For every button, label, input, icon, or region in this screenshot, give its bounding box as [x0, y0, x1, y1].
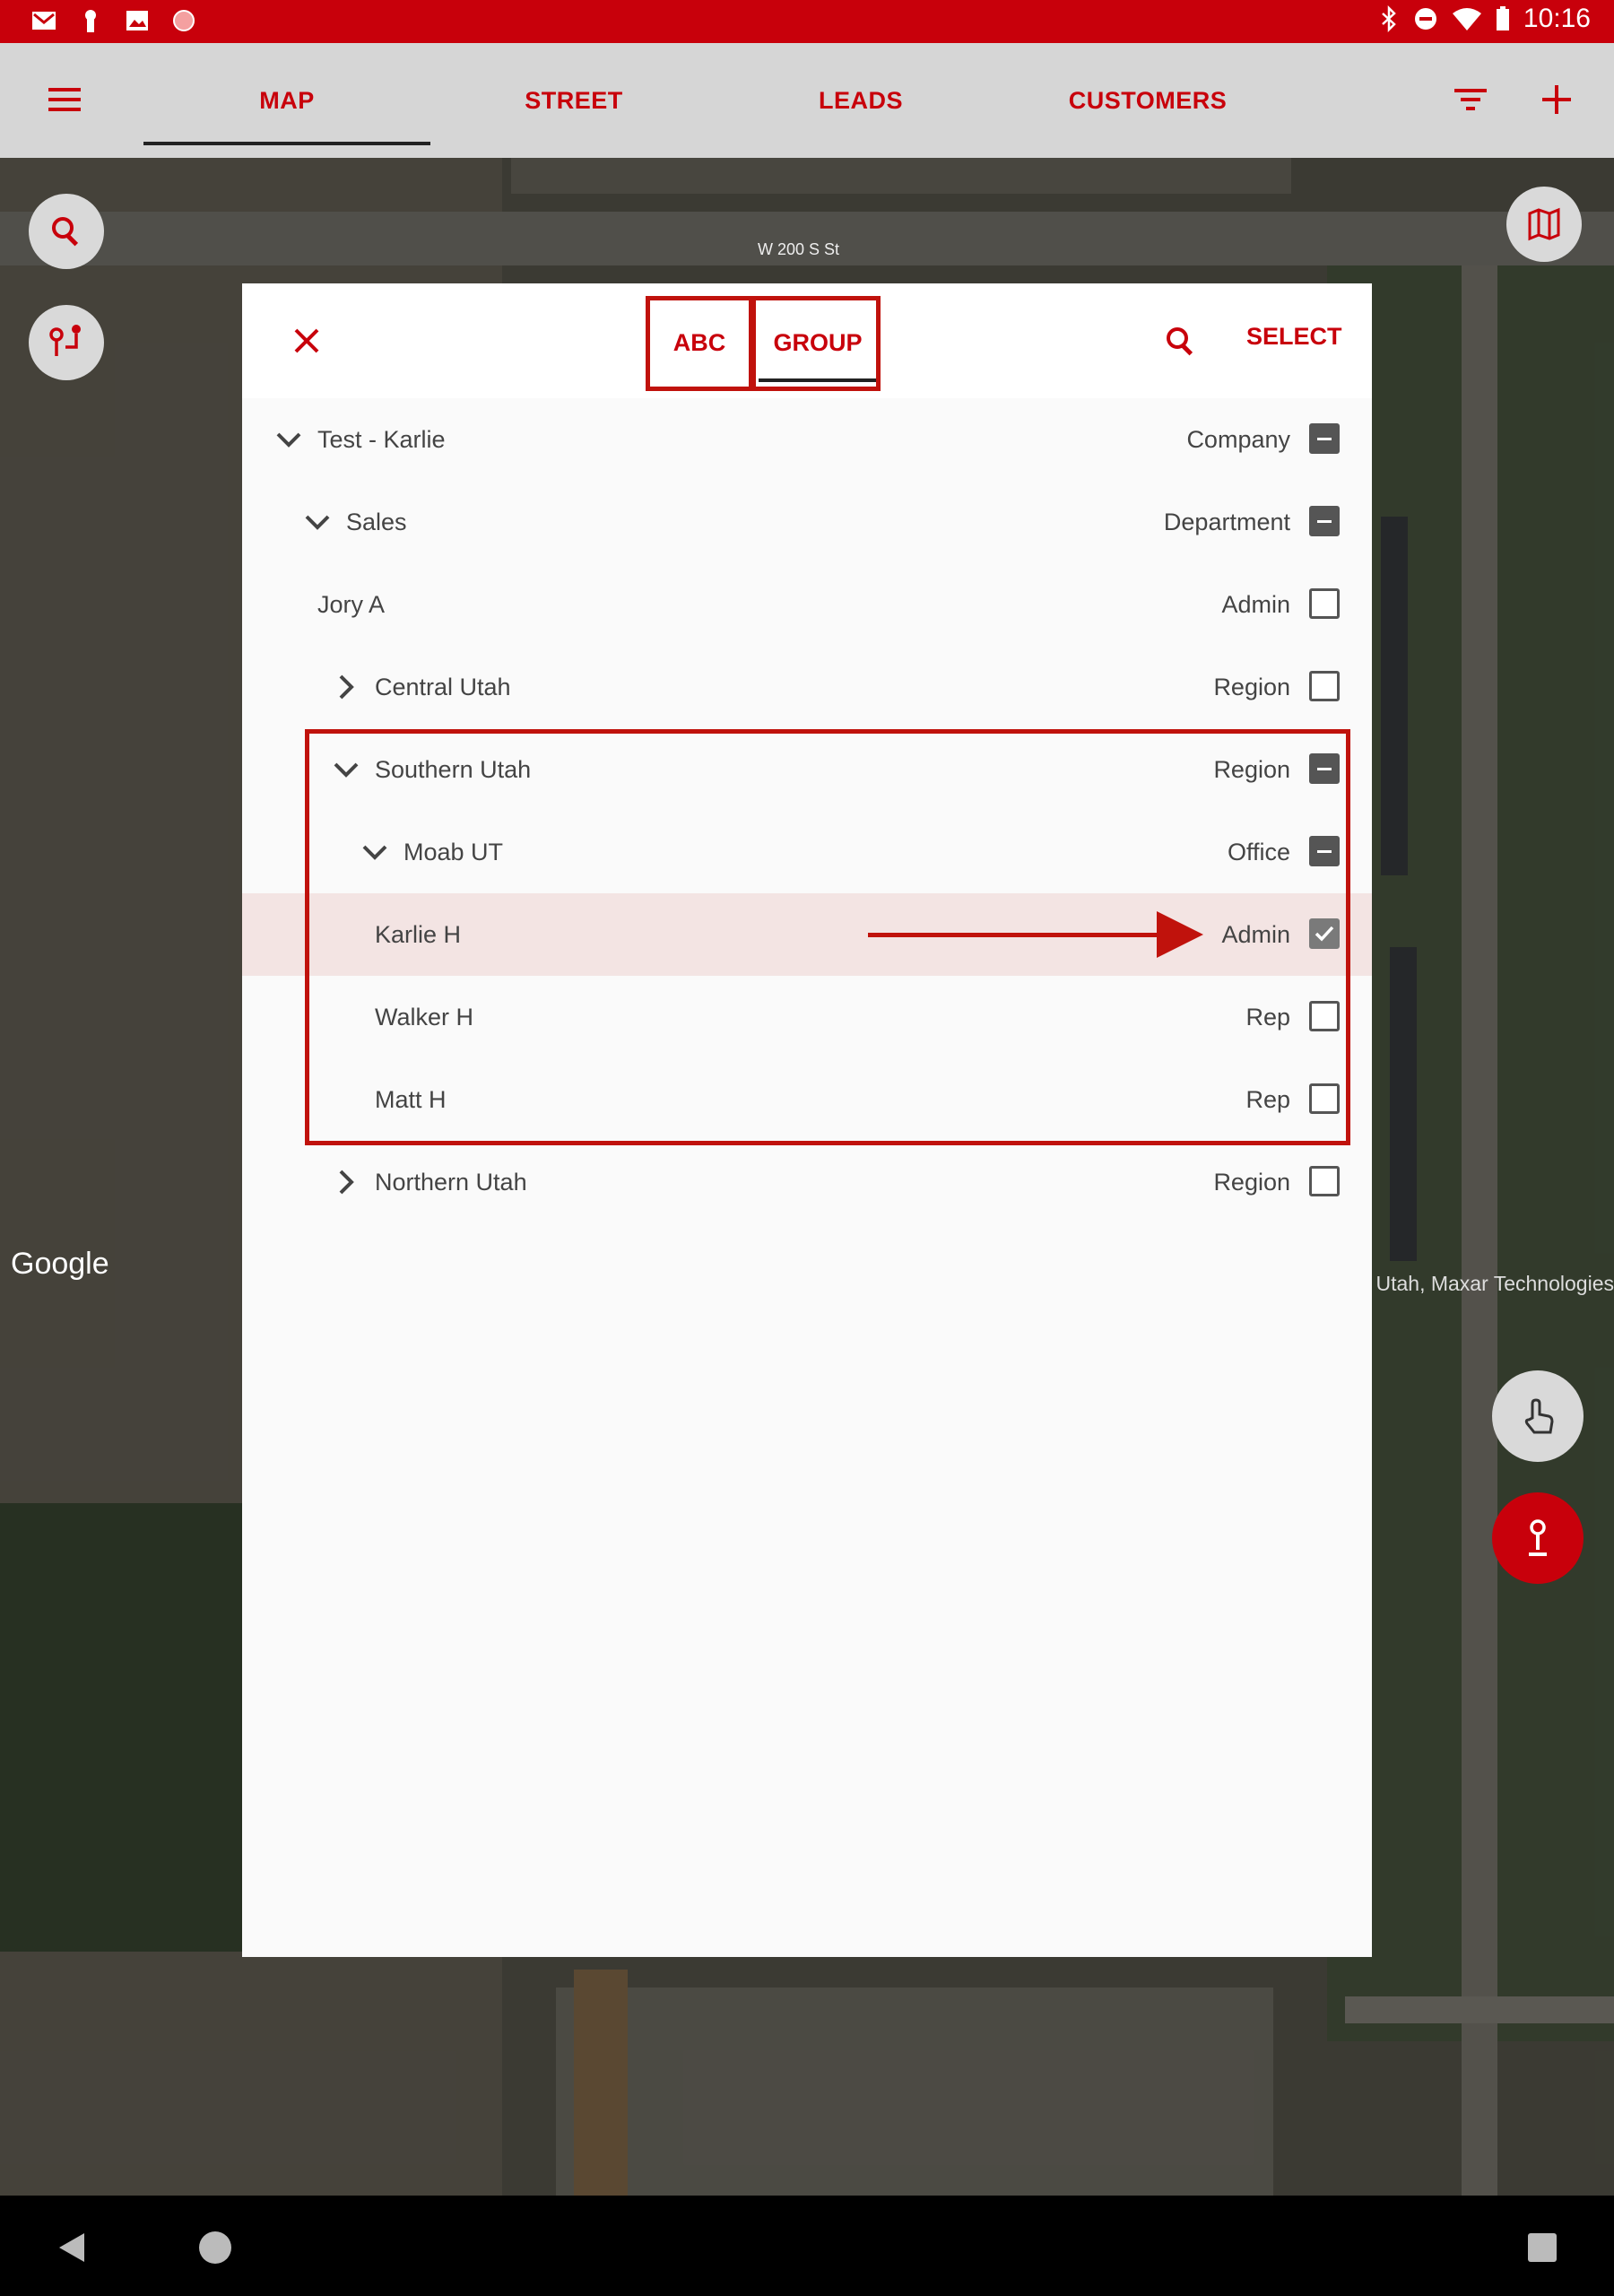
route-icon	[49, 325, 81, 356]
tree-row-region[interactable]: Southern Utah Region	[242, 728, 1372, 811]
row-checkbox[interactable]	[1309, 671, 1340, 701]
dnd-icon	[1414, 8, 1436, 30]
tree-row-user-selected[interactable]: Karlie H Admin	[242, 893, 1372, 976]
system-nav-bar	[0, 2196, 1614, 2296]
row-checkbox[interactable]	[1309, 1001, 1340, 1031]
select-button[interactable]: SELECT	[1246, 323, 1342, 351]
battery-icon	[1496, 6, 1509, 30]
back-icon[interactable]	[56, 2230, 88, 2266]
check-icon	[1315, 926, 1334, 942]
row-checkbox-checked[interactable]	[1309, 918, 1340, 949]
abc-tab-annotation-box	[646, 296, 753, 391]
route-button[interactable]	[29, 305, 104, 380]
keyhole-icon	[85, 10, 96, 32]
chevron-down-icon[interactable]	[360, 838, 389, 866]
tab-map[interactable]: MAP	[143, 43, 430, 158]
chevron-down-icon[interactable]	[274, 425, 303, 454]
dialog-header: ABC GROUP SELECT	[242, 283, 1372, 398]
search-icon[interactable]	[1164, 325, 1198, 359]
tree-row-user[interactable]: Walker H Rep	[242, 976, 1372, 1058]
status-bar: 10:16	[0, 0, 1614, 43]
group-tab-annotation-box	[751, 296, 881, 391]
app-status-icon	[173, 10, 195, 31]
drop-pin-button[interactable]	[1492, 1492, 1584, 1584]
menu-icon[interactable]	[47, 84, 82, 115]
close-icon[interactable]	[292, 326, 321, 355]
touch-icon	[1524, 1398, 1554, 1434]
tab-leads[interactable]: LEADS	[717, 43, 1004, 158]
bluetooth-icon	[1382, 5, 1396, 32]
clock: 10:16	[1523, 4, 1591, 33]
add-icon[interactable]	[1540, 83, 1573, 116]
tree-row-region[interactable]: Northern Utah Region	[242, 1141, 1372, 1223]
row-checkbox[interactable]	[1309, 1083, 1340, 1114]
gmail-icon	[32, 12, 56, 30]
tab-street[interactable]: STREET	[430, 43, 717, 158]
recents-icon[interactable]	[1526, 2231, 1558, 2264]
row-checkbox[interactable]	[1309, 506, 1340, 536]
home-icon[interactable]	[197, 2230, 233, 2266]
tree-row-region[interactable]: Central Utah Region	[242, 646, 1372, 728]
touch-mode-button[interactable]	[1492, 1370, 1584, 1462]
row-checkbox[interactable]	[1309, 753, 1340, 784]
chevron-right-icon[interactable]	[332, 673, 360, 701]
chevron-down-icon[interactable]	[332, 755, 360, 784]
pin-icon	[1529, 1519, 1547, 1556]
annotation-arrow	[868, 911, 1203, 958]
group-select-dialog: ABC GROUP SELECT Test - Karlie Company S…	[242, 283, 1372, 1957]
wifi-icon	[1452, 8, 1481, 30]
chevron-right-icon[interactable]	[332, 1168, 360, 1196]
tree-row-user[interactable]: Jory A Admin	[242, 563, 1372, 646]
image-icon	[126, 11, 148, 30]
tab-customers[interactable]: CUSTOMERS	[1004, 43, 1291, 158]
tree-row-department[interactable]: Sales Department	[242, 481, 1372, 563]
row-checkbox[interactable]	[1309, 588, 1340, 619]
street-label: W 200 S St	[758, 240, 840, 258]
map-search-button[interactable]	[29, 194, 104, 269]
row-checkbox[interactable]	[1309, 836, 1340, 866]
tree-row-user[interactable]: Matt H Rep	[242, 1058, 1372, 1141]
tree-row-company[interactable]: Test - Karlie Company	[242, 398, 1372, 481]
row-checkbox[interactable]	[1309, 423, 1340, 454]
filter-icon[interactable]	[1453, 85, 1488, 114]
google-logo: Google	[11, 1247, 109, 1281]
search-icon	[52, 217, 79, 247]
map-layers-button[interactable]	[1506, 187, 1582, 262]
app-bar: MAP STREET LEADS CUSTOMERS	[0, 43, 1614, 158]
row-checkbox[interactable]	[1309, 1166, 1340, 1196]
map-layers-icon	[1528, 207, 1560, 241]
chevron-down-icon[interactable]	[303, 508, 332, 536]
tree-row-office[interactable]: Moab UT Office	[242, 811, 1372, 893]
